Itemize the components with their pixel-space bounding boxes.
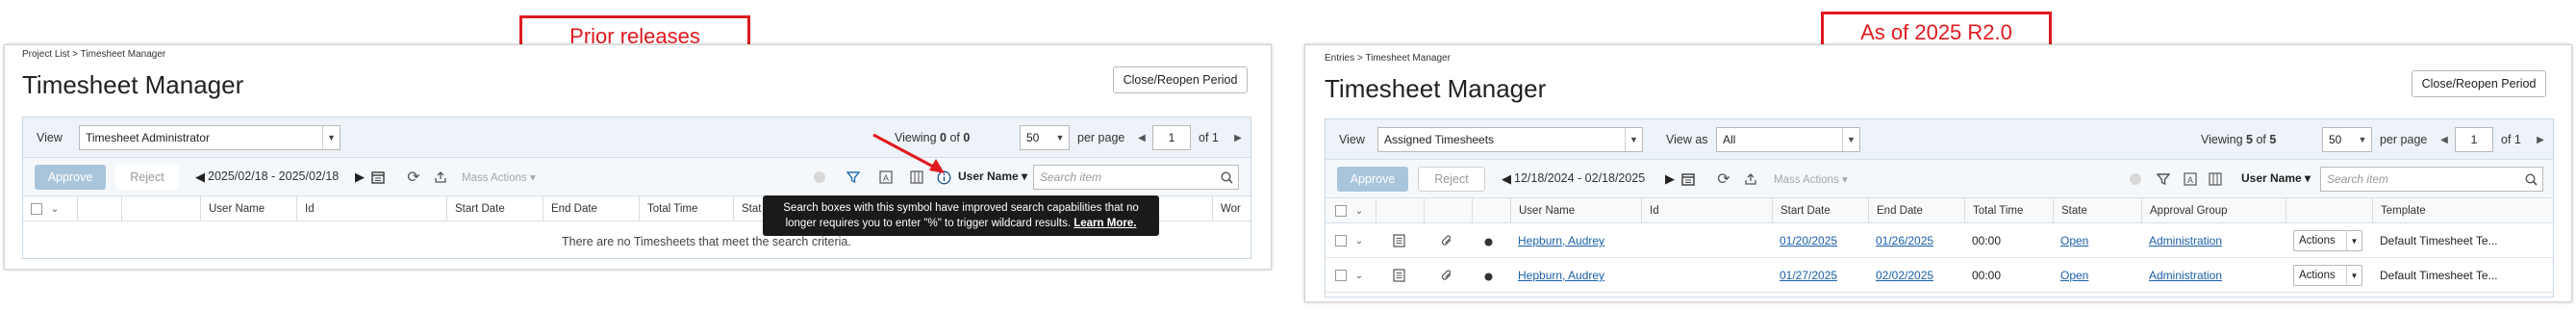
text-format-icon[interactable]: A	[2182, 170, 2199, 188]
per-page-select[interactable]: 50 ▼	[2322, 127, 2372, 152]
cell-approval-group[interactable]: Administration	[2141, 258, 2286, 293]
status-dot-icon	[1483, 272, 1493, 281]
cell-approval-group[interactable]: Administration	[2141, 223, 2286, 258]
page-title: Timesheet Manager	[1325, 74, 1547, 103]
cell-start-date[interactable]: 01/27/2025	[1772, 258, 1868, 293]
view-select-value: Assigned Timesheets	[1384, 133, 1495, 146]
header-id[interactable]: Id	[1641, 198, 1772, 223]
export-icon[interactable]	[1741, 169, 1760, 189]
header-cell-blank	[1472, 198, 1510, 223]
view-select[interactable]: Assigned Timesheets ▼	[1377, 127, 1643, 152]
header-user-name[interactable]: User Name	[1510, 198, 1641, 223]
cell-state[interactable]: Open	[2053, 258, 2141, 293]
header-total-time[interactable]: Total Time	[1964, 198, 2053, 223]
cell-total-time: 00:00	[1972, 269, 2002, 282]
header-approval-group[interactable]: Approval Group	[2141, 198, 2286, 223]
view-toolbar: View Assigned Timesheets ▼ View as All ▼…	[1326, 119, 2553, 160]
row-actions-button[interactable]: Actions ▼	[2293, 265, 2362, 286]
view-as-value: All	[1723, 133, 1736, 146]
mass-actions-button[interactable]: Mass Actions ▾	[1774, 172, 1848, 186]
date-range: 12/18/2024 - 02/18/2025	[1514, 171, 1646, 185]
paperclip-icon[interactable]	[1439, 233, 1454, 248]
search-icon[interactable]	[2523, 171, 2538, 187]
row-checkbox[interactable]	[1335, 270, 1347, 281]
header-cell-blank	[2286, 198, 2372, 223]
cell-template: Default Timesheet Te...	[2380, 234, 2498, 247]
grid-header: ⌄ User Name Id Start Date End Date Total…	[1326, 198, 2553, 223]
chevron-down-icon[interactable]: ⌄	[1352, 233, 1366, 248]
header-cell-blank	[1424, 198, 1472, 223]
chevron-down-icon[interactable]: ⌄	[1352, 268, 1366, 283]
cell-user-name[interactable]: Hepburn, Audrey	[1510, 223, 1641, 258]
page-number-input[interactable]: 1	[2455, 127, 2493, 152]
approve-button[interactable]: Approve	[1337, 167, 1408, 192]
header-cell-blank	[1376, 198, 1424, 223]
header-template[interactable]: Template	[2372, 198, 2555, 223]
paperclip-icon[interactable]	[1439, 268, 1454, 283]
reject-button[interactable]: Reject	[1418, 167, 1485, 192]
chevron-down-icon: ▼	[2346, 231, 2361, 250]
cell-total-time: 00:00	[1972, 234, 2002, 247]
prev-page-icon[interactable]: ◀	[2439, 133, 2449, 146]
next-page-icon[interactable]: ▶	[2536, 133, 2545, 146]
info-circle-icon	[2128, 171, 2143, 187]
select-all-checkbox[interactable]	[1335, 205, 1347, 217]
view-as-select[interactable]: All ▼	[1716, 127, 1860, 152]
row-checkbox[interactable]	[1335, 235, 1347, 247]
header-start-date[interactable]: Start Date	[1772, 198, 1868, 223]
search-field-select[interactable]: User Name ▾	[2241, 171, 2311, 185]
chevron-down-icon[interactable]: ⌄	[1352, 203, 1366, 219]
close-reopen-period-button[interactable]: Close/Reopen Period	[2412, 70, 2546, 97]
per-page-label: per page	[2380, 133, 2428, 146]
search-placeholder: Search item	[2327, 172, 2389, 186]
chevron-down-icon: ▼	[1625, 128, 1642, 151]
status-dot-icon	[1483, 237, 1493, 247]
timesheet-grid: View Assigned Timesheets ▼ View as All ▼…	[1325, 118, 2554, 298]
viewing-count: Viewing 5 of 5	[2201, 133, 2277, 146]
page-of-label: of 1	[2501, 133, 2521, 146]
chevron-down-icon: ▼	[2346, 266, 2361, 285]
chevron-down-icon: ▼	[2358, 135, 2367, 144]
svg-text:A: A	[2187, 175, 2193, 185]
action-toolbar: Approve Reject ◀ 12/18/2024 - 02/18/2025…	[1326, 160, 2553, 198]
calendar-icon[interactable]	[1679, 169, 1697, 189]
per-page-value: 50	[2329, 133, 2342, 146]
table-row[interactable]: ⌄ Hepburn, Audrey 01/27/2025 02/02/2025 …	[1326, 258, 2553, 293]
right-timesheet-panel: Entries > Timesheet Manager Timesheet Ma…	[1304, 44, 2572, 302]
header-state[interactable]: State	[2053, 198, 2141, 223]
table-row[interactable]: ⌄ Hepburn, Audrey 01/20/2025 01/26/2025 …	[1326, 223, 2553, 258]
prev-period-icon[interactable]: ◀	[1501, 171, 1512, 187]
next-period-icon[interactable]: ▶	[1664, 171, 1676, 187]
cell-state[interactable]: Open	[2053, 223, 2141, 258]
cell-template: Default Timesheet Te...	[2380, 269, 2498, 282]
header-end-date[interactable]: End Date	[1868, 198, 1964, 223]
cell-start-date[interactable]: 01/20/2025	[1772, 223, 1868, 258]
view-as-label: View as	[1666, 133, 1708, 146]
cell-end-date[interactable]: 02/02/2025	[1868, 258, 1964, 293]
filter-icon[interactable]	[2155, 170, 2172, 188]
cell-end-date[interactable]: 01/26/2025	[1868, 223, 1964, 258]
breadcrumb[interactable]: Entries > Timesheet Manager	[1325, 53, 1451, 64]
chevron-down-icon: ▼	[1842, 128, 1859, 151]
row-actions-button[interactable]: Actions ▼	[2293, 230, 2362, 251]
search-input[interactable]: Search item	[2320, 167, 2543, 192]
timesheet-details-icon[interactable]	[1391, 233, 1406, 248]
cell-user-name[interactable]: Hepburn, Audrey	[1510, 258, 1641, 293]
refresh-icon[interactable]: ⟳	[1714, 169, 1733, 189]
timesheet-details-icon[interactable]	[1391, 268, 1406, 283]
columns-icon[interactable]	[2207, 170, 2224, 188]
view-label: View	[1339, 133, 1365, 146]
